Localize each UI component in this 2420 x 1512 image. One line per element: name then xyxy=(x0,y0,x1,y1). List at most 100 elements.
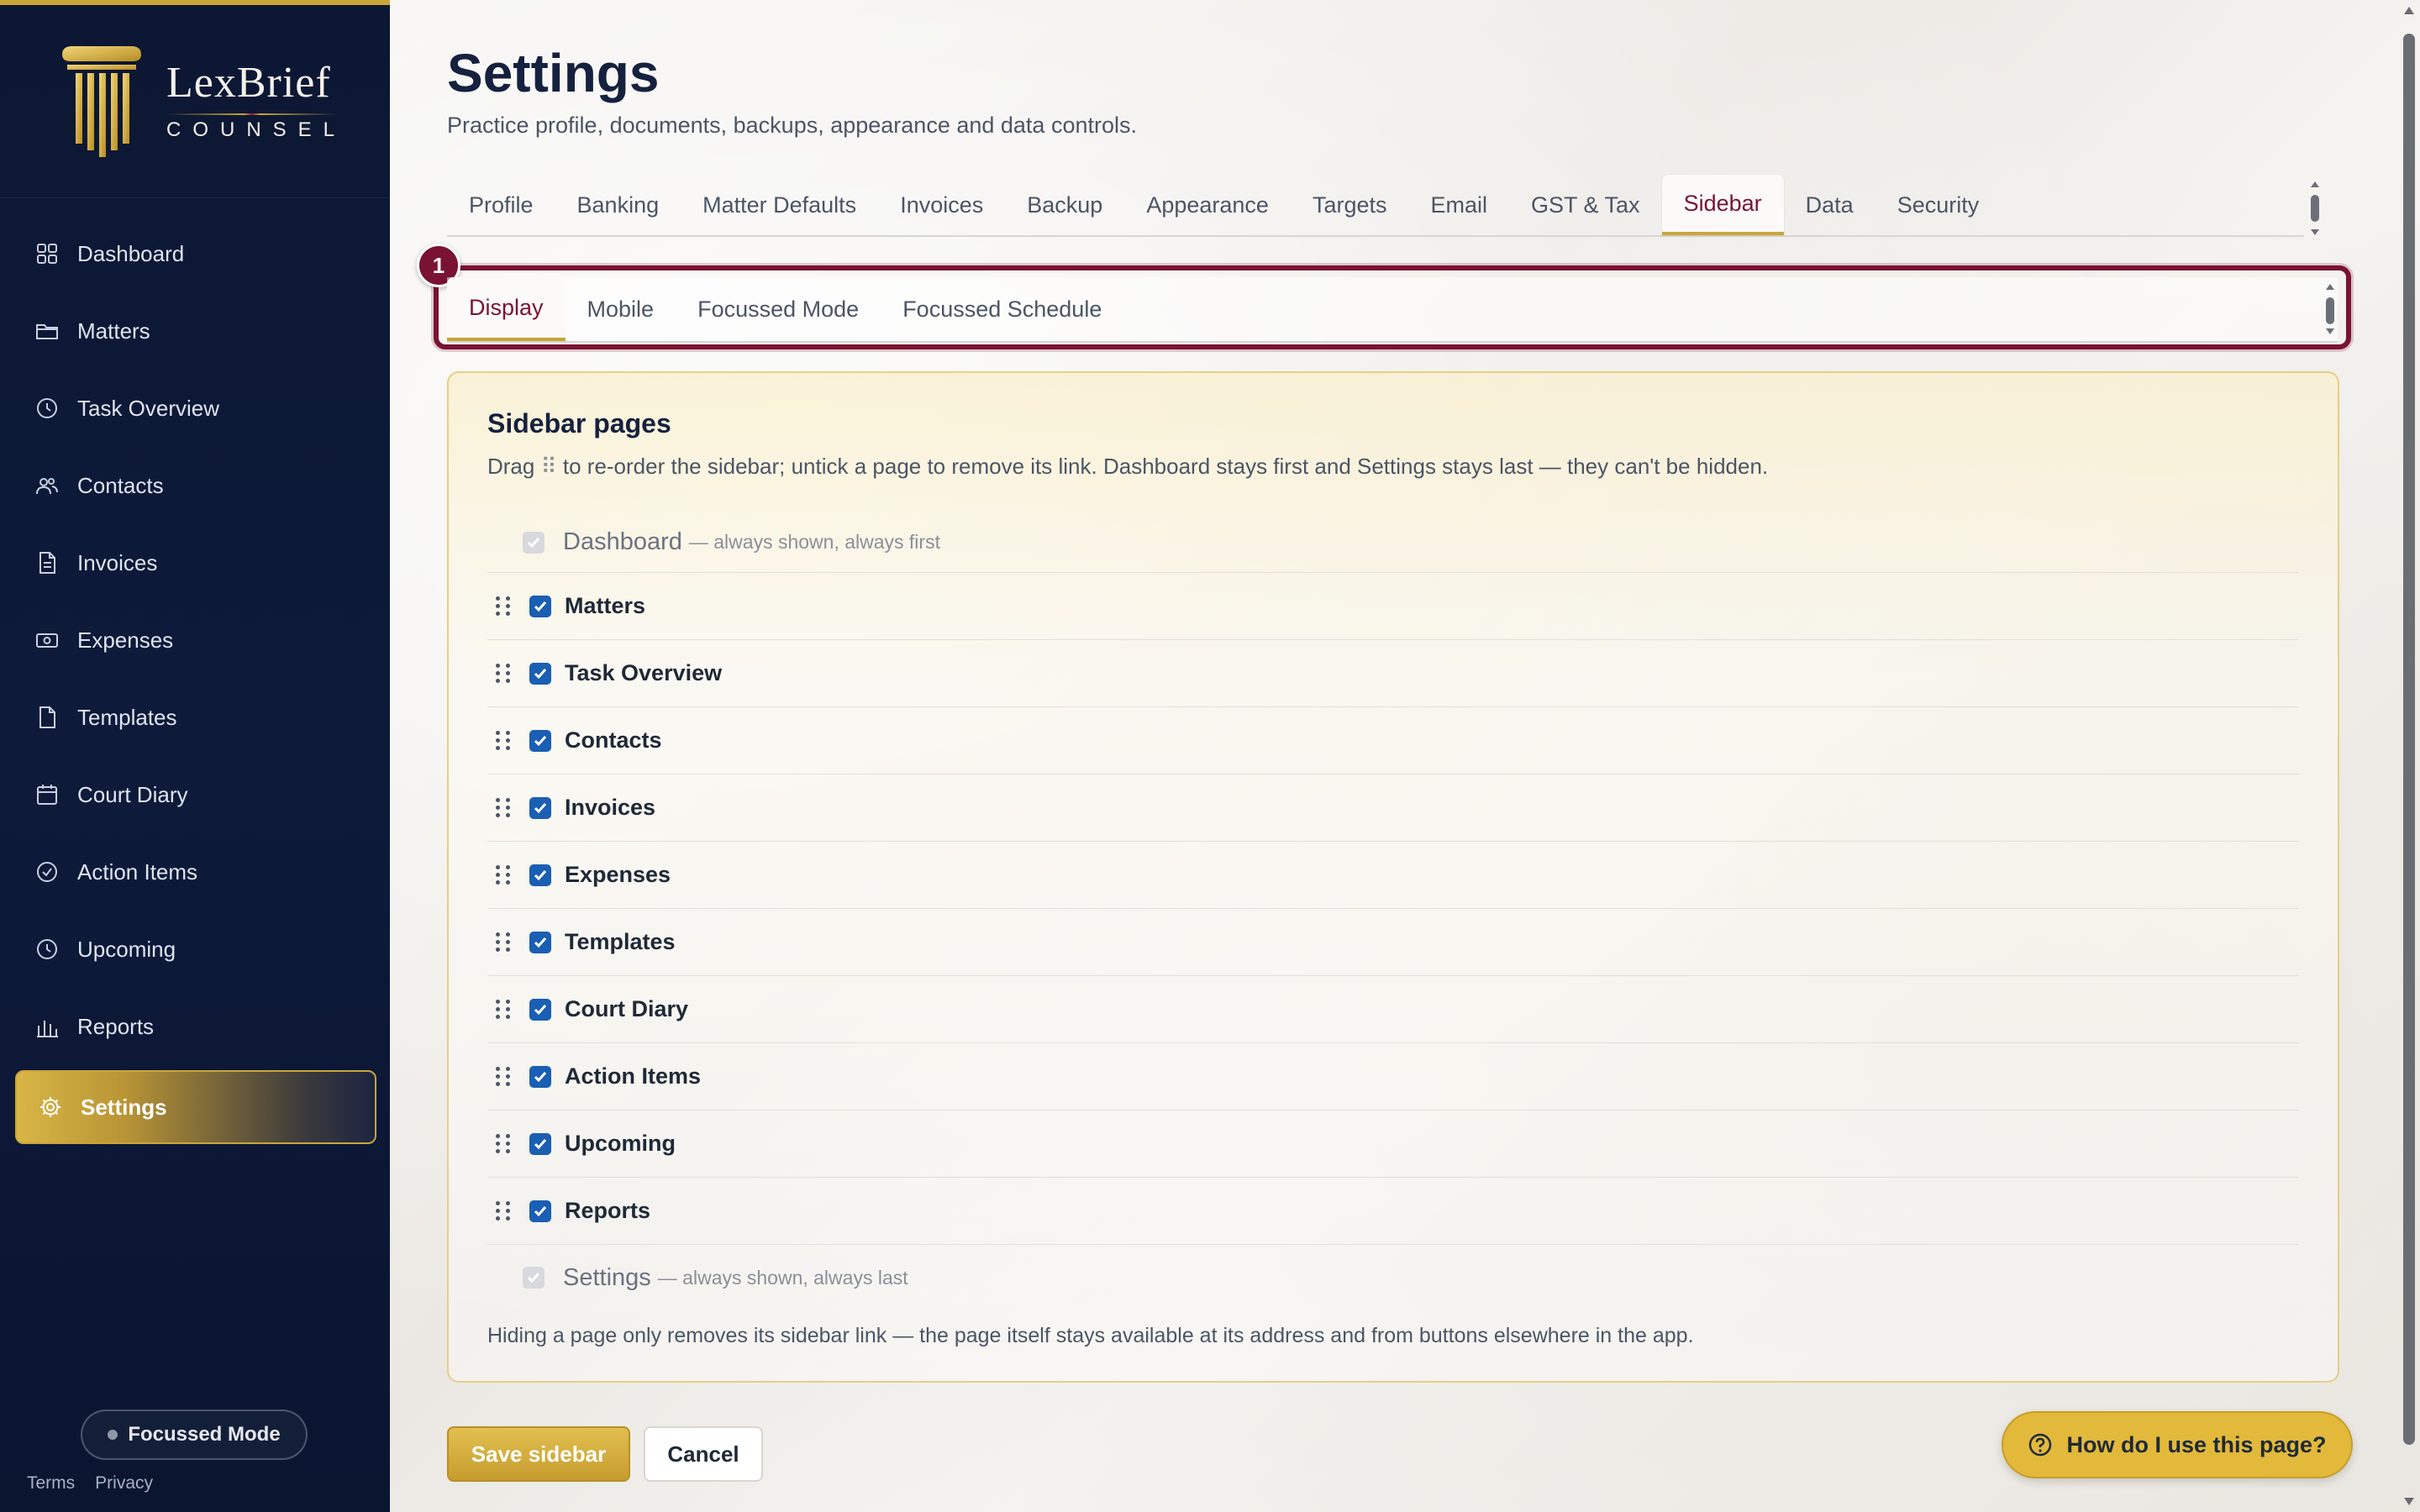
focussed-mode-button[interactable]: Focussed Mode xyxy=(81,1410,308,1460)
page-checkbox[interactable] xyxy=(529,1200,551,1222)
drag-handle-icon: ⠿ xyxy=(540,454,557,479)
tab-banking[interactable]: Banking xyxy=(555,175,681,235)
gear-icon xyxy=(37,1094,64,1121)
document-icon xyxy=(34,549,60,576)
tab-security[interactable]: Security xyxy=(1876,175,2002,235)
page-checkbox[interactable] xyxy=(529,729,551,752)
sidebar-item-label: Dashboard xyxy=(77,240,185,266)
tab-sidebar[interactable]: Sidebar xyxy=(1661,175,1784,235)
save-sidebar-button[interactable]: Save sidebar xyxy=(447,1426,630,1482)
page-title: Settings xyxy=(447,43,660,103)
tab-data[interactable]: Data xyxy=(1784,175,1876,235)
sidebar-item-invoices[interactable]: Invoices xyxy=(0,524,390,601)
sidebar-item-label: Matters xyxy=(77,318,150,344)
card-description: Drag ⠿ to re-order the sidebar; untick a… xyxy=(487,454,1768,480)
page-checkbox[interactable] xyxy=(529,796,551,819)
subtab-mobile[interactable]: Mobile xyxy=(566,277,676,341)
sidebar-nav: Dashboard Matters Task Overview Contacts Inv… xyxy=(0,198,390,1144)
sidebar-item-action-items[interactable]: Action Items xyxy=(0,833,390,911)
tab-targets[interactable]: Targets xyxy=(1291,175,1409,235)
page-checkbox[interactable] xyxy=(529,998,551,1021)
list-item-templates: Templates xyxy=(487,909,2299,976)
clock-icon xyxy=(34,936,60,963)
status-dot-icon xyxy=(108,1430,118,1440)
list-item-settings: Settings — always shown, always last xyxy=(487,1245,2299,1310)
subtabs-scrollbar[interactable] xyxy=(2324,281,2336,336)
help-label: How do I use this page? xyxy=(2066,1431,2327,1457)
drag-handle-icon[interactable] xyxy=(496,728,513,753)
check-circle-icon xyxy=(34,858,60,885)
list-item-court-diary: Court Diary xyxy=(487,976,2299,1043)
focussed-mode-label: Focussed Mode xyxy=(128,1423,281,1446)
row-label: Reports xyxy=(565,1198,651,1223)
sidebar-item-label: Court Diary xyxy=(77,781,188,807)
tab-invoices[interactable]: Invoices xyxy=(878,175,1005,235)
tab-email[interactable]: Email xyxy=(1408,175,1509,235)
sidebar-item-label: Upcoming xyxy=(77,936,176,962)
page-checkbox[interactable] xyxy=(529,1132,551,1155)
app-root: LexBrief COUNSEL Dashboard Matters Task Ov… xyxy=(0,0,2420,1512)
sidebar-item-court-diary[interactable]: Court Diary xyxy=(0,756,390,833)
drag-handle-icon[interactable] xyxy=(496,863,513,888)
row-label: Invoices xyxy=(565,795,656,820)
subtab-focussed-schedule[interactable]: Focussed Schedule xyxy=(881,277,1123,341)
drag-handle-icon[interactable] xyxy=(496,1131,513,1157)
sidebar: LexBrief COUNSEL Dashboard Matters Task Ov… xyxy=(0,0,390,1512)
clock-icon xyxy=(34,395,60,422)
list-item-task-overview: Task Overview xyxy=(487,640,2299,707)
cancel-button[interactable]: Cancel xyxy=(644,1426,763,1482)
sidebar-item-dashboard[interactable]: Dashboard xyxy=(0,215,390,292)
page-checkbox[interactable] xyxy=(529,662,551,685)
list-item-dashboard: Dashboard — always shown, always first xyxy=(487,512,2299,573)
list-item-upcoming: Upcoming xyxy=(487,1110,2299,1178)
list-item-matters: Matters xyxy=(487,573,2299,640)
row-note: — always shown, always last xyxy=(657,1266,908,1289)
list-item-action-items: Action Items xyxy=(487,1043,2299,1110)
page-checkbox[interactable] xyxy=(529,931,551,953)
tab-matter-defaults[interactable]: Matter Defaults xyxy=(681,175,878,235)
page-checkbox[interactable] xyxy=(529,864,551,886)
tab-backup[interactable]: Backup xyxy=(1005,175,1124,235)
subtabs-highlight: 1 Display Mobile Focussed Mode Focussed Sch… xyxy=(417,244,2351,349)
desc-before: Drag xyxy=(487,454,535,479)
row-label: Settings xyxy=(563,1263,651,1291)
subtab-display[interactable]: Display xyxy=(447,277,566,341)
sidebar-item-label: Templates xyxy=(77,704,177,730)
sidebar-pages-card: Sidebar pages Drag ⠿ to re-order the sid… xyxy=(447,371,2339,1383)
question-icon xyxy=(2029,1433,2052,1457)
page-checkbox[interactable] xyxy=(529,595,551,617)
tab-profile[interactable]: Profile xyxy=(447,175,555,235)
tab-appearance[interactable]: Appearance xyxy=(1124,175,1291,235)
drag-handle-icon[interactable] xyxy=(496,997,513,1022)
sidebar-item-label: Invoices xyxy=(77,549,158,575)
page-subtitle: Practice profile, documents, backups, ap… xyxy=(447,113,1137,138)
sidebar-item-settings[interactable]: Settings xyxy=(15,1070,376,1144)
page-scrollbar[interactable] xyxy=(2398,0,2420,1512)
drag-handle-icon[interactable] xyxy=(496,1199,513,1224)
sidebar-item-task-overview[interactable]: Task Overview xyxy=(0,370,390,447)
users-icon xyxy=(34,472,60,499)
subtab-focussed-mode[interactable]: Focussed Mode xyxy=(676,277,881,341)
tabs-scrollbar[interactable] xyxy=(2309,178,2321,237)
row-label: Action Items xyxy=(565,1063,702,1089)
sidebar-item-templates[interactable]: Templates xyxy=(0,679,390,756)
drag-handle-icon[interactable] xyxy=(496,594,513,619)
sidebar-item-label: Task Overview xyxy=(77,395,220,421)
sidebar-item-contacts[interactable]: Contacts xyxy=(0,447,390,524)
help-button[interactable]: How do I use this page? xyxy=(2002,1411,2353,1478)
sidebar-item-matters[interactable]: Matters xyxy=(0,292,390,370)
sidebar-item-upcoming[interactable]: Upcoming xyxy=(0,911,390,988)
drag-handle-icon[interactable] xyxy=(496,795,513,821)
page-checkbox[interactable] xyxy=(529,1065,551,1088)
row-label: Expenses xyxy=(565,862,671,887)
sidebar-item-expenses[interactable]: Expenses xyxy=(0,601,390,679)
drag-handle-icon[interactable] xyxy=(496,1064,513,1089)
card-footer-note: Hiding a page only removes its sidebar l… xyxy=(487,1324,1694,1347)
drag-handle-icon[interactable] xyxy=(496,930,513,955)
brand[interactable]: LexBrief COUNSEL xyxy=(0,5,390,198)
privacy-link[interactable]: Privacy xyxy=(95,1473,153,1494)
sidebar-item-reports[interactable]: Reports xyxy=(0,988,390,1065)
terms-link[interactable]: Terms xyxy=(27,1473,75,1494)
tab-gst-tax[interactable]: GST & Tax xyxy=(1509,175,1662,235)
drag-handle-icon[interactable] xyxy=(496,661,513,686)
